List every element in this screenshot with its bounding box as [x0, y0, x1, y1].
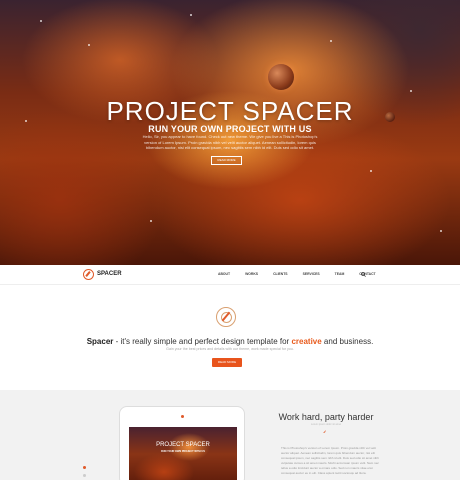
slider-dot[interactable] [83, 474, 86, 477]
work-subtitle: Lorem ipsum dolor sit amet [310, 423, 342, 426]
intro-read-more-button[interactable]: READ MORE [212, 358, 242, 367]
nav-item-works[interactable]: WORKS [245, 272, 258, 276]
nav-item-about[interactable]: ABOUT [218, 272, 230, 276]
intro-subtitle: Gain your the best prices and details wi… [166, 347, 294, 351]
main-navigation: SPACER ABOUT WORKS CLIENTS SERVICES TEAM… [0, 265, 460, 285]
hero-read-more-button[interactable]: READ MORE [211, 156, 242, 165]
work-title: Work hard, party harder [278, 412, 374, 422]
tablet-subtitle: RUN YOUR OWN PROJECT WITH US [161, 450, 205, 453]
logo-text[interactable]: SPACER [97, 271, 122, 277]
star [440, 230, 442, 232]
hero-subtitle: RUN YOUR OWN PROJECT WITH US [148, 124, 312, 134]
works-section: PROJECT SPACER RUN YOUR OWN PROJECT WITH… [0, 390, 460, 480]
compass-logo-icon[interactable] [83, 269, 94, 280]
intro-brand: Spacer [86, 337, 114, 346]
intro-text-after: and business. [321, 337, 374, 346]
search-icon[interactable] [361, 272, 366, 277]
star [150, 220, 152, 222]
nav-item-services[interactable]: SERVICES [303, 272, 320, 276]
intro-section: Spacer - it's really simple and perfect … [0, 285, 460, 390]
star [370, 170, 372, 172]
intro-headline: Spacer - it's really simple and perfect … [0, 337, 460, 346]
intro-accent-word: creative [291, 337, 322, 346]
slider-dot-active[interactable] [83, 466, 86, 469]
star [88, 44, 90, 46]
star [330, 40, 332, 42]
tablet-title: PROJECT SPACER [156, 442, 210, 448]
tablet-screen: PROJECT SPACER RUN YOUR OWN PROJECT WITH… [129, 427, 237, 480]
hero-description: Hello, Sir, you appear to have found. Ch… [142, 134, 318, 150]
nav-item-team[interactable]: TEAM [335, 272, 345, 276]
compass-emblem-icon [216, 307, 236, 327]
rocket-icon [323, 430, 326, 433]
hero-title: PROJECT SPACER [106, 96, 354, 126]
star [190, 14, 192, 16]
star [410, 90, 412, 92]
hero-banner: PROJECT SPACER RUN YOUR OWN PROJECT WITH… [0, 0, 460, 265]
tablet-mockup: PROJECT SPACER RUN YOUR OWN PROJECT WITH… [119, 406, 245, 480]
intro-text-before: - it's really simple and perfect design … [113, 337, 292, 346]
planet-large [268, 64, 294, 90]
work-description: This is Photoshop's version of Lorem Ips… [281, 446, 379, 475]
nav-item-clients[interactable]: CLIENTS [273, 272, 288, 276]
tablet-camera [181, 415, 184, 418]
star [40, 20, 42, 22]
